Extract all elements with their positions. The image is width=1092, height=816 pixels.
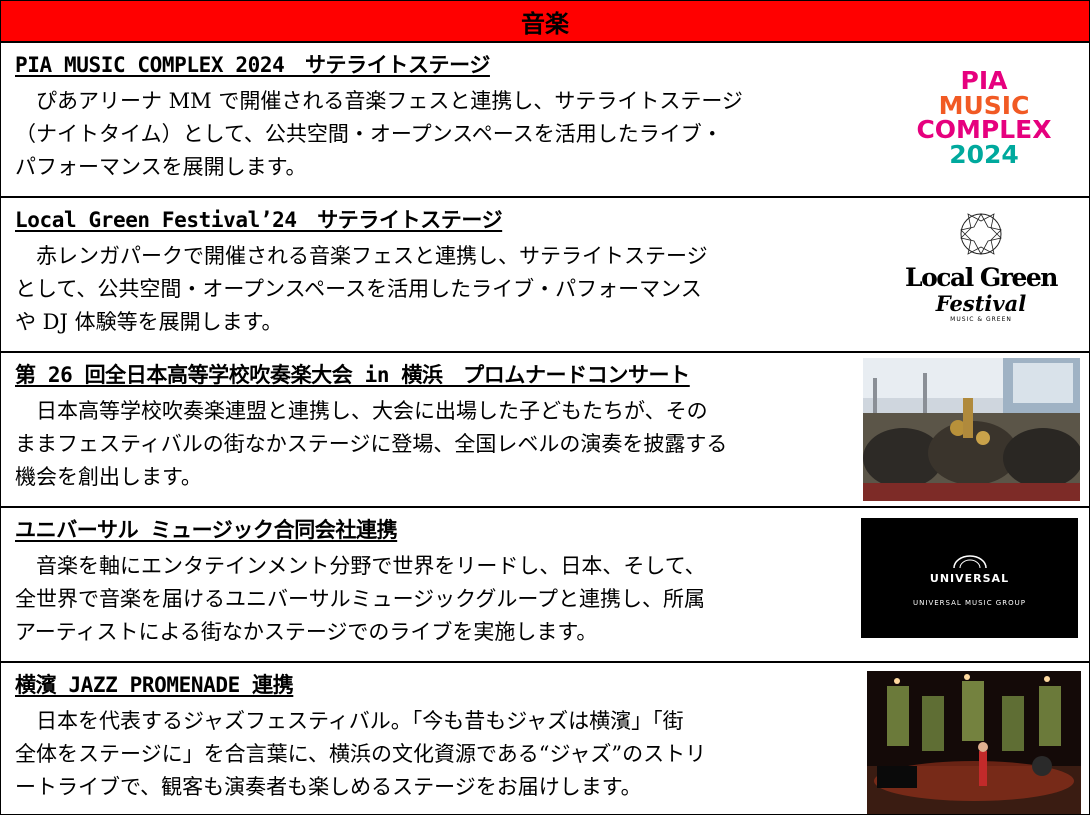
body-line: 赤レンガパークで開催される音楽フェスと連携し、サテライトステージ [15, 244, 708, 268]
section-title: 横濱 JAZZ PROMENADE 連携 [15, 673, 294, 697]
pia-music-complex-logo: PIA MUSIC COMPLEX 2024 [899, 69, 1069, 173]
local-green-festival-logo: Local Green Festival MUSIC & GREEN [901, 212, 1061, 342]
brass-band-concert-photo [863, 358, 1080, 501]
globe-arc-icon [952, 555, 987, 569]
body-line: パフォーマンスを展開します。 [15, 155, 307, 179]
logo-text: MUSIC & GREEN [950, 316, 1012, 323]
section-title: Local Green Festival’24 サテライトステージ [15, 208, 503, 232]
logo-text: UNIVERSAL MUSIC GROUP [913, 599, 1026, 607]
body-line: ートライブで、観客も演奏者も楽しめるステージをお届けします。 [15, 775, 642, 799]
universal-music-logo: UNIVERSAL UNIVERSAL MUSIC GROUP [861, 518, 1078, 638]
body-line: アーティストによる街なかステージでのライブを実施します。 [15, 620, 598, 644]
body-line: として、公共空間・オープンスペースを活用したライブ・パフォーマンス [15, 277, 702, 301]
section-title: 第 26 回全日本高等学校吹奏楽大会 in 横浜 プロムナードコンサート [15, 363, 690, 387]
section-local-green: Local Green Festival’24 サテライトステージ 赤レンガパー… [1, 198, 1089, 353]
section-title: PIA MUSIC COMPLEX 2024 サテライトステージ [15, 53, 490, 77]
music-document: 音楽 PIA MUSIC COMPLEX 2024 サテライトステージ ぴあアリ… [0, 0, 1090, 815]
body-line: 全世界で音楽を届けるユニバーサルミュージックグループと連携し、所属 [15, 587, 706, 611]
header-bar: 音楽 [1, 1, 1089, 43]
section-universal: ユニバーサル ミュージック合同会社連携 音楽を軸にエンタテインメント分野で世界を… [1, 508, 1089, 663]
body-line: 日本高等学校吹奏楽連盟と連携し、大会に出場した子どもたちが、その [15, 399, 708, 423]
logo-text: Local Green [905, 263, 1058, 292]
body-line: 日本を代表するジャズフェスティバル。「今も昔もジャズは横濱」「街 [15, 709, 684, 733]
logo-text: UNIVERSAL [929, 572, 1010, 585]
section-title: ユニバーサル ミュージック合同会社連携 [15, 518, 398, 542]
body-line: 全体をステージに」を合言葉に、横浜の文化資源である“ジャズ”のストリ [15, 742, 707, 766]
section-jazz-promenade: 横濱 JAZZ PROMENADE 連携 日本を代表するジャズフェスティバル。「… [1, 663, 1089, 814]
body-line: （ナイトタイム）として、公共空間・オープンスペースを活用したライブ・ [15, 122, 723, 146]
section-pia: PIA MUSIC COMPLEX 2024 サテライトステージ ぴあアリーナ … [1, 43, 1089, 198]
body-line: 音楽を軸にエンタテインメント分野で世界をリードし、日本、そして、 [15, 554, 706, 578]
jazz-photo-image [867, 671, 1081, 814]
section-brass-band: 第 26 回全日本高等学校吹奏楽大会 in 横浜 プロムナードコンサート 日本高… [1, 353, 1089, 508]
body-line: ままフェスティバルの街なかステージに登場、全国レベルの演奏を披露する [15, 432, 728, 456]
logo-text: PIA [960, 69, 1008, 95]
body-line: 機会を創出します。 [15, 465, 202, 489]
section-body: 日本高等学校吹奏楽連盟と連携し、大会に出場した子どもたちが、その ままフェスティ… [15, 395, 727, 494]
logo-text: 2024 [949, 139, 1019, 169]
section-body: 日本を代表するジャズフェスティバル。「今も昔もジャズは横濱」「街 全体をステージ… [15, 705, 706, 804]
logo-text: COMPLEX [916, 115, 1052, 144]
body-line: ぴあアリーナ MM で開催される音楽フェスと連携し、サテライトステージ [15, 89, 743, 113]
section-body: ぴあアリーナ MM で開催される音楽フェスと連携し、サテライトステージ （ナイト… [15, 85, 743, 184]
section-body: 赤レンガパークで開催される音楽フェスと連携し、サテライトステージ として、公共空… [15, 240, 708, 339]
header-title: 音楽 [521, 9, 569, 38]
section-body: 音楽を軸にエンタテインメント分野で世界をリードし、日本、そして、 全世界で音楽を… [15, 550, 706, 649]
jazz-stage-photo [867, 671, 1081, 814]
body-line: や DJ 体験等を展開します。 [15, 310, 283, 334]
logo-text: Festival [935, 291, 1027, 316]
star-emblem-icon [960, 213, 1002, 255]
concert-photo-image [863, 358, 1080, 501]
